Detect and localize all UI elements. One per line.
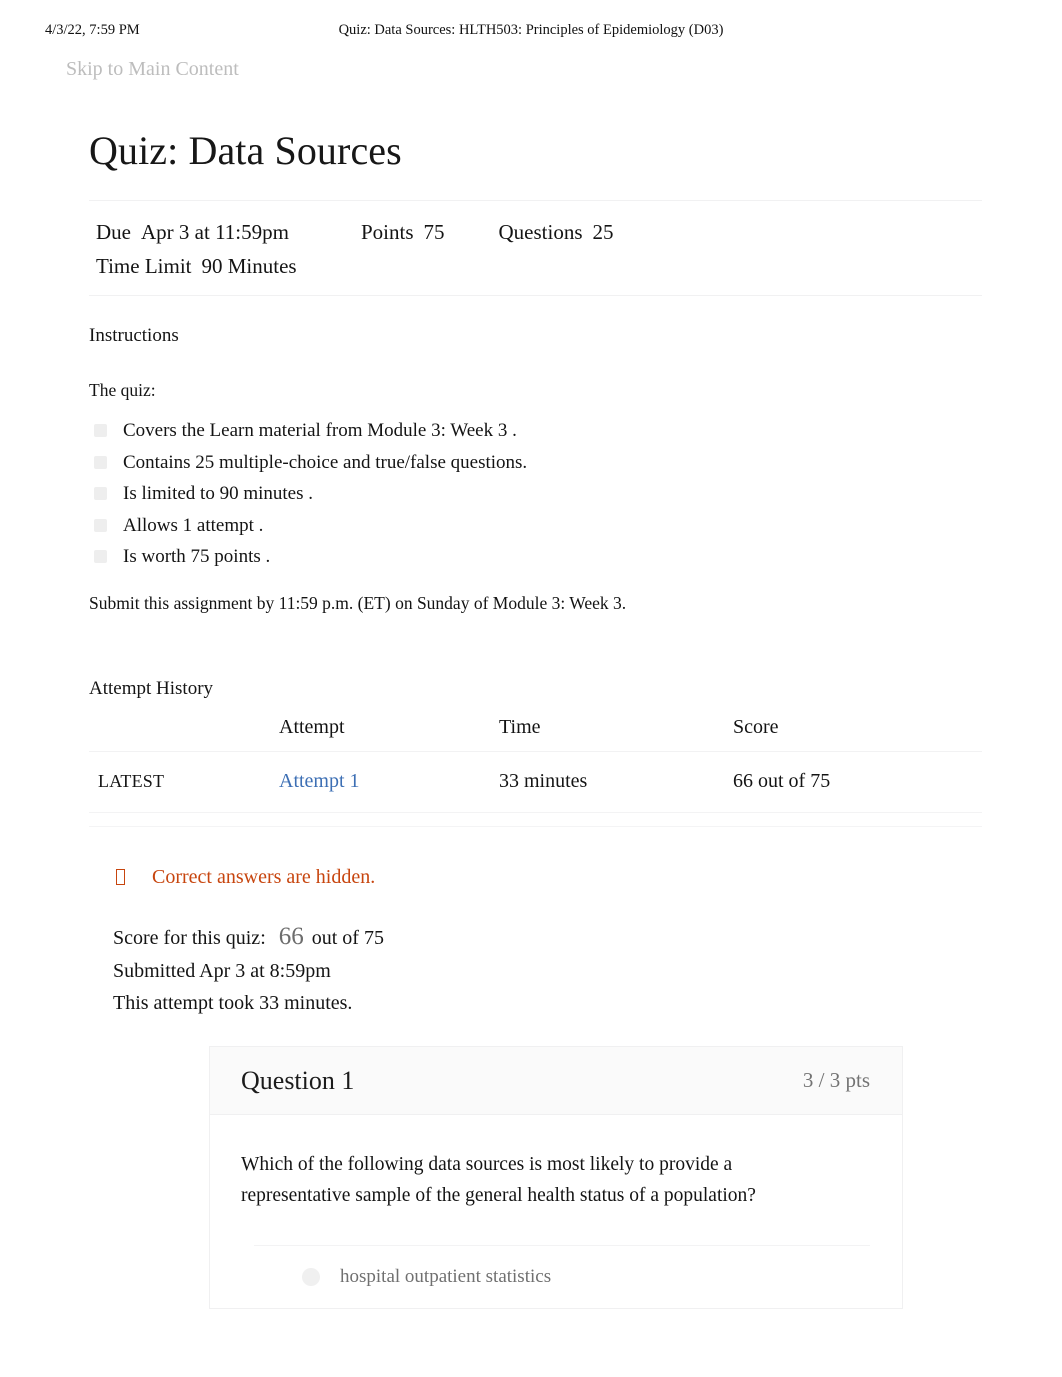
score-for-quiz-line: Score for this quiz: 66 out of 75 bbox=[113, 917, 982, 957]
score-summary: Score for this quiz: 66 out of 75 Submitte… bbox=[113, 917, 982, 1020]
cell-attempt: Attempt 1 bbox=[279, 751, 499, 813]
questions-value: 25 bbox=[592, 220, 614, 244]
question-card: Question 1 3 / 3 pts Which of the follow… bbox=[209, 1046, 903, 1309]
cell-time: 33 minutes bbox=[499, 751, 733, 813]
points-label: Points bbox=[360, 220, 414, 244]
question-name: Question 1 bbox=[241, 1065, 355, 1095]
radio-button-icon[interactable] bbox=[302, 1267, 320, 1286]
quiz-meta-row-1: Due Apr 3 at 11:59pm Points 75 Questions 25 bbox=[96, 215, 982, 249]
list-item: Is limited to 90 minutes . bbox=[89, 478, 982, 510]
quiz-meta-row-2: Time Limit 90 Minutes bbox=[96, 249, 982, 283]
divider-below-attempt-table bbox=[89, 825, 982, 827]
bullet-icon bbox=[94, 487, 107, 501]
submit-instruction-note: Submit this assignment by 11:59 p.m. (ET… bbox=[89, 592, 627, 613]
page-title: Quiz: Data Sources bbox=[89, 128, 402, 173]
list-item: Contains 25 multiple-choice and true/fal… bbox=[89, 447, 982, 479]
warning-tofu-icon bbox=[116, 869, 125, 886]
question-text: Which of the following data sources is m… bbox=[241, 1154, 756, 1206]
column-header-score: Score bbox=[733, 715, 982, 752]
score-suffix: out of 75 bbox=[311, 926, 384, 949]
list-item-label: Covers the Learn material from Module 3:… bbox=[123, 420, 517, 442]
table-row: LATEST Attempt 1 33 minutes 66 out of 75 bbox=[89, 751, 982, 813]
column-header-time: Time bbox=[499, 715, 733, 752]
list-item: Allows 1 attempt . bbox=[89, 510, 982, 542]
quiz-results: Correct answers are hidden. Score for th… bbox=[89, 866, 982, 1309]
questions-label: Questions bbox=[498, 220, 583, 244]
instructions-heading: Instructions bbox=[89, 325, 179, 347]
attempt-history-table: Attempt Time Score LATEST Attempt 1 33 m… bbox=[89, 715, 982, 813]
list-item-label: Is limited to 90 minutes . bbox=[123, 483, 313, 505]
column-header-kept bbox=[89, 715, 279, 752]
print-header: 4/3/22, 7:59 PM Quiz: Data Sources: HLTH… bbox=[0, 22, 1062, 44]
list-item: Is worth 75 points . bbox=[89, 541, 982, 573]
question-points: 3 / 3 pts bbox=[802, 1068, 870, 1093]
cell-kept: LATEST bbox=[89, 751, 279, 813]
column-header-attempt: Attempt bbox=[279, 715, 499, 752]
divider-below-meta bbox=[89, 295, 982, 297]
bullet-icon bbox=[94, 518, 107, 532]
answers-hidden-label: Correct answers are hidden. bbox=[152, 865, 376, 888]
quiz-meta-block: Due Apr 3 at 11:59pm Points 75 Questions 25 T… bbox=[89, 201, 982, 295]
attempt-1-link[interactable]: Attempt 1 bbox=[279, 770, 360, 792]
print-document-title: Quiz: Data Sources: HLTH503: Principles … bbox=[338, 22, 724, 38]
cell-score: 66 out of 75 bbox=[733, 751, 982, 813]
table-header-row: Attempt Time Score bbox=[89, 715, 982, 752]
bullet-icon bbox=[94, 550, 107, 564]
instructions-list: Covers the Learn material from Module 3:… bbox=[89, 415, 982, 573]
attempt-history-heading: Attempt History bbox=[89, 677, 214, 699]
latest-badge: LATEST bbox=[98, 770, 165, 791]
answer-options: hospital outpatient statistics bbox=[241, 1244, 870, 1308]
time-limit-value: 90 Minutes bbox=[201, 254, 297, 279]
question-body: Which of the following data sources is m… bbox=[210, 1115, 902, 1307]
instructions-lead: The quiz: bbox=[89, 380, 156, 401]
score-value: 66 bbox=[278, 922, 304, 950]
list-item: Covers the Learn material from Module 3:… bbox=[89, 415, 982, 447]
list-item-label: Contains 25 multiple-choice and true/fal… bbox=[123, 451, 528, 473]
attempt-duration-line: This attempt took 33 minutes. bbox=[113, 991, 353, 1014]
score-label: Score for this quiz: bbox=[113, 926, 266, 949]
submitted-line: Submitted Apr 3 at 8:59pm bbox=[113, 960, 331, 983]
skip-to-main-content-link[interactable]: Skip to Main Content bbox=[66, 58, 239, 81]
answer-option[interactable]: hospital outpatient statistics bbox=[254, 1244, 870, 1308]
due-value: Apr 3 at 11:59pm bbox=[141, 220, 289, 244]
time-limit-label: Time Limit bbox=[96, 254, 192, 279]
list-item-label: Is worth 75 points . bbox=[123, 546, 271, 568]
due-label: Due bbox=[96, 220, 131, 244]
points-value: 75 bbox=[423, 220, 445, 244]
answer-option-label: hospital outpatient statistics bbox=[340, 1265, 552, 1287]
main-content: Quiz: Data Sources Due Apr 3 at 11:59pm Po… bbox=[89, 128, 982, 1309]
question-header: Question 1 3 / 3 pts bbox=[210, 1047, 902, 1116]
list-item-label: Allows 1 attempt . bbox=[123, 514, 264, 536]
answers-hidden-notice: Correct answers are hidden. bbox=[113, 866, 982, 889]
bullet-icon bbox=[94, 424, 107, 438]
bullet-icon bbox=[94, 455, 107, 469]
